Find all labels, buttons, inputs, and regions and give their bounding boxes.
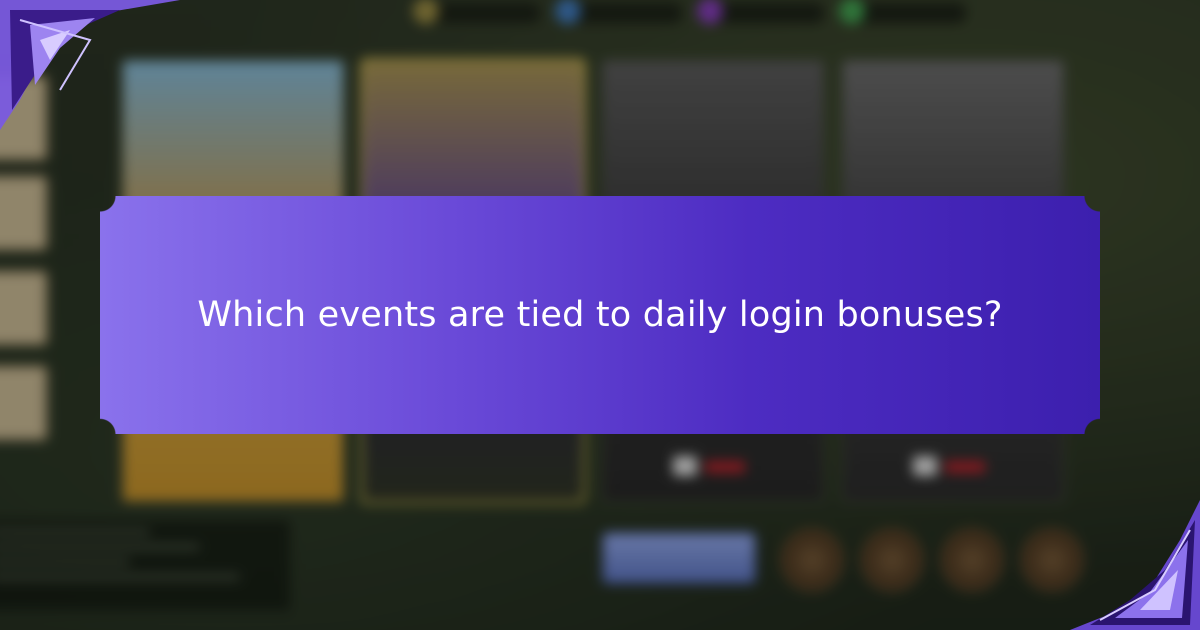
question-banner: Which events are tied to daily login bon… [100, 196, 1100, 434]
chat-panel [0, 520, 290, 610]
chat-line [0, 544, 200, 550]
chat-line [0, 574, 240, 580]
lock-icon [673, 456, 697, 476]
banner-question: Which events are tied to daily login bon… [197, 295, 1003, 335]
resource-pill [413, 0, 542, 25]
chest-icon[interactable] [940, 528, 1004, 592]
side-tab[interactable] [0, 365, 48, 441]
chest-icon[interactable] [780, 528, 844, 592]
chest-icon[interactable] [860, 528, 924, 592]
resource-pill [555, 0, 684, 25]
lock-badge [945, 461, 985, 473]
chat-line [0, 559, 130, 565]
lock-badge [705, 461, 745, 473]
gem-icon [697, 0, 723, 24]
chat-line [0, 529, 150, 535]
resource-pill [839, 0, 968, 25]
resource-pill [697, 0, 826, 25]
corner-crystal-icon [0, 0, 180, 130]
side-tab[interactable] [0, 270, 48, 346]
side-tab[interactable] [0, 175, 48, 251]
gem-icon [555, 0, 581, 24]
enter-button[interactable] [602, 532, 756, 584]
corner-crystal-icon [1070, 500, 1200, 630]
gem-icon [839, 0, 865, 24]
resource-bar [413, 0, 1200, 28]
gem-icon [413, 0, 439, 24]
lock-icon [913, 456, 937, 476]
